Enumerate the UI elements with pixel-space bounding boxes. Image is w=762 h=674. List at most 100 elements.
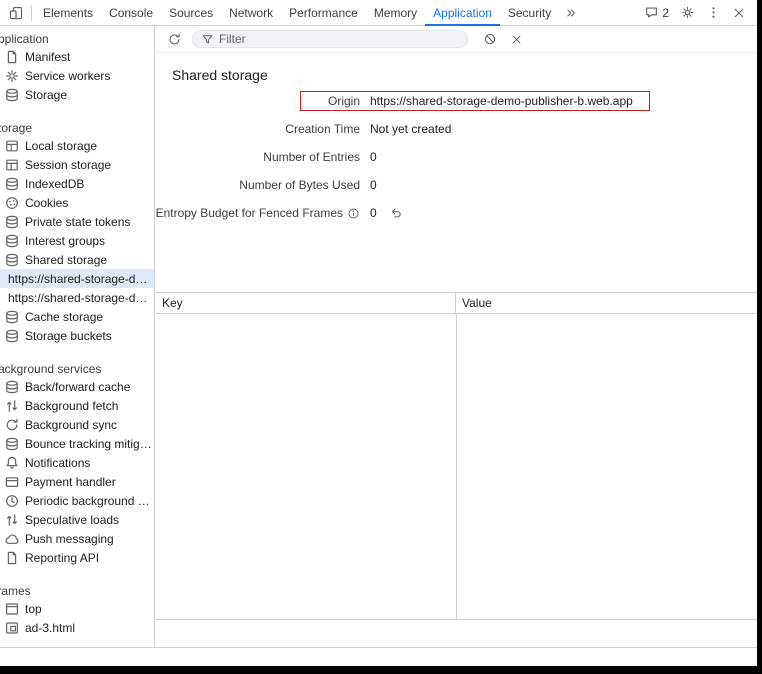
more-icon bbox=[706, 5, 721, 20]
delete-button[interactable] bbox=[504, 28, 528, 50]
sidebar-item-private-state-tokens[interactable]: Private state tokens bbox=[0, 212, 154, 231]
field-label: Number of Bytes Used bbox=[172, 178, 360, 192]
report-field-entropy-budget-for-fenced-frames: Entropy Budget for Fenced Frames0 bbox=[172, 199, 757, 227]
file-icon bbox=[4, 550, 20, 566]
sidebar-item-periodic-background-sync[interactable]: Periodic background sync bbox=[0, 491, 154, 510]
settings-button[interactable] bbox=[675, 2, 699, 24]
sidebar-item-label: Interest groups bbox=[25, 234, 154, 248]
clock-icon bbox=[4, 493, 20, 509]
sidebar-item-label: https://shared-storage-d… bbox=[8, 272, 154, 286]
database-icon bbox=[4, 214, 20, 230]
funnel-icon bbox=[201, 33, 214, 46]
sidebar-sections: ApplicationManifestService workersStorag… bbox=[0, 31, 154, 637]
sidebar-item-https-shared-storage-d[interactable]: https://shared-storage-d… bbox=[0, 288, 154, 307]
datagrid-body[interactable] bbox=[156, 314, 757, 619]
field-label: Entropy Budget for Fenced Frames bbox=[172, 206, 360, 220]
tab-elements[interactable]: Elements bbox=[35, 0, 101, 26]
sidebar-item-manifest[interactable]: Manifest bbox=[0, 47, 154, 66]
sidebar-item-background-fetch[interactable]: Background fetch bbox=[0, 396, 154, 415]
sidebar-item-payment-handler[interactable]: Payment handler bbox=[0, 472, 154, 491]
info-button[interactable] bbox=[347, 207, 360, 220]
sidebar-item-interest-groups[interactable]: Interest groups bbox=[0, 231, 154, 250]
sidebar-item-label: Background fetch bbox=[25, 399, 154, 413]
sidebar-item-reporting-api[interactable]: Reporting API bbox=[0, 548, 154, 567]
tab-console[interactable]: Console bbox=[101, 0, 161, 26]
sidebar-item-bounce-tracking-mitigations[interactable]: Bounce tracking mitigations bbox=[0, 434, 154, 453]
column-header-value[interactable]: Value bbox=[456, 293, 757, 313]
shared-storage-panel: Filter Shared storage Originhttps://shar… bbox=[156, 26, 757, 647]
shared-storage-toolbar: Filter bbox=[156, 26, 757, 53]
undo-icon bbox=[389, 206, 403, 220]
column-header-key[interactable]: Key bbox=[156, 293, 456, 313]
database-icon bbox=[4, 87, 20, 103]
sidebar-item-local-storage[interactable]: Local storage bbox=[0, 136, 154, 155]
report-field-number-of-bytes-used: Number of Bytes Used0 bbox=[172, 171, 757, 199]
devtools-tabbar: ElementsConsoleSourcesNetworkPerformance… bbox=[0, 0, 757, 26]
close-devtools-button[interactable] bbox=[727, 2, 751, 24]
sidebar-item-indexeddb[interactable]: IndexedDB bbox=[0, 174, 154, 193]
filter-input[interactable]: Filter bbox=[192, 30, 468, 48]
sidebar-item-top[interactable]: top bbox=[0, 599, 154, 618]
refresh-button[interactable] bbox=[162, 28, 186, 50]
sync-icon bbox=[4, 417, 20, 433]
sidebar-item-notifications[interactable]: Notifications bbox=[0, 453, 154, 472]
sidebar-item-ad-3-html[interactable]: ad-3.html bbox=[0, 618, 154, 637]
sidebar-item-session-storage[interactable]: Session storage bbox=[0, 155, 154, 174]
sidebar-item-shared-storage[interactable]: Shared storage bbox=[0, 250, 154, 269]
sidebar-item-label: Notifications bbox=[25, 456, 154, 470]
window-edge-bottom bbox=[0, 666, 762, 674]
refresh-icon bbox=[167, 32, 182, 47]
database-icon bbox=[4, 252, 20, 268]
report-fields: Originhttps://shared-storage-demo-publis… bbox=[172, 87, 757, 227]
device-toolbar-button[interactable] bbox=[4, 2, 28, 24]
bell-icon bbox=[4, 455, 20, 471]
sidebar-item-https-shared-storage-d[interactable]: https://shared-storage-d… bbox=[0, 269, 154, 288]
sidebar-item-push-messaging[interactable]: Push messaging bbox=[0, 529, 154, 548]
field-label-text: Creation Time bbox=[285, 122, 360, 136]
tab-memory[interactable]: Memory bbox=[366, 0, 425, 26]
sidebar-item-storage[interactable]: Storage bbox=[0, 85, 154, 104]
field-value-number-of-entries: 0 bbox=[370, 150, 377, 164]
sidebar-item-storage-buckets[interactable]: Storage buckets bbox=[0, 326, 154, 345]
tab-sources[interactable]: Sources bbox=[161, 0, 221, 26]
clear-all-button[interactable] bbox=[478, 28, 502, 50]
issues-button[interactable]: 2 bbox=[640, 2, 673, 24]
sidebar-item-label: Cache storage bbox=[25, 310, 154, 324]
more-tabs-button[interactable] bbox=[559, 2, 583, 24]
sidebar-item-label: Bounce tracking mitigations bbox=[25, 437, 154, 451]
cookie-icon bbox=[4, 195, 20, 211]
sidebar-item-label: Cookies bbox=[25, 196, 154, 210]
tab-performance[interactable]: Performance bbox=[281, 0, 366, 26]
sidebar-item-label: Speculative loads bbox=[25, 513, 154, 527]
issues-count: 2 bbox=[662, 6, 669, 20]
sidebar-item-back-forward-cache[interactable]: Back/forward cache bbox=[0, 377, 154, 396]
database-icon bbox=[4, 309, 20, 325]
database-icon bbox=[4, 233, 20, 249]
sidebar-item-label: Private state tokens bbox=[25, 215, 154, 229]
reset-entropy-budget-button[interactable] bbox=[389, 206, 403, 220]
sidebar-item-label: IndexedDB bbox=[25, 177, 154, 191]
field-label: Number of Entries bbox=[172, 150, 360, 164]
sidebar-item-cache-storage[interactable]: Cache storage bbox=[0, 307, 154, 326]
tab-application[interactable]: Application bbox=[425, 0, 500, 26]
sidebar-item-background-sync[interactable]: Background sync bbox=[0, 415, 154, 434]
chevron-double-icon bbox=[564, 6, 578, 20]
tab-security[interactable]: Security bbox=[500, 0, 559, 26]
updown-icon bbox=[4, 512, 20, 528]
more-button[interactable] bbox=[701, 2, 725, 24]
field-value-creation-time: Not yet created bbox=[370, 122, 451, 136]
cloud-icon bbox=[4, 531, 20, 547]
iframe-icon bbox=[4, 620, 20, 636]
column-divider[interactable] bbox=[456, 314, 457, 619]
sidebar-item-cookies[interactable]: Cookies bbox=[0, 193, 154, 212]
sidebar-item-label: https://shared-storage-d… bbox=[8, 291, 154, 305]
close-icon bbox=[510, 33, 523, 46]
report-field-number-of-entries: Number of Entries 0 bbox=[172, 143, 757, 171]
section-title: Application bbox=[0, 31, 154, 47]
sidebar-item-service-workers[interactable]: Service workers bbox=[0, 66, 154, 85]
gear-icon bbox=[4, 68, 20, 84]
sidebar-item-speculative-loads[interactable]: Speculative loads bbox=[0, 510, 154, 529]
tab-network[interactable]: Network bbox=[221, 0, 281, 26]
updown-icon bbox=[4, 398, 20, 414]
block-icon bbox=[483, 32, 497, 46]
